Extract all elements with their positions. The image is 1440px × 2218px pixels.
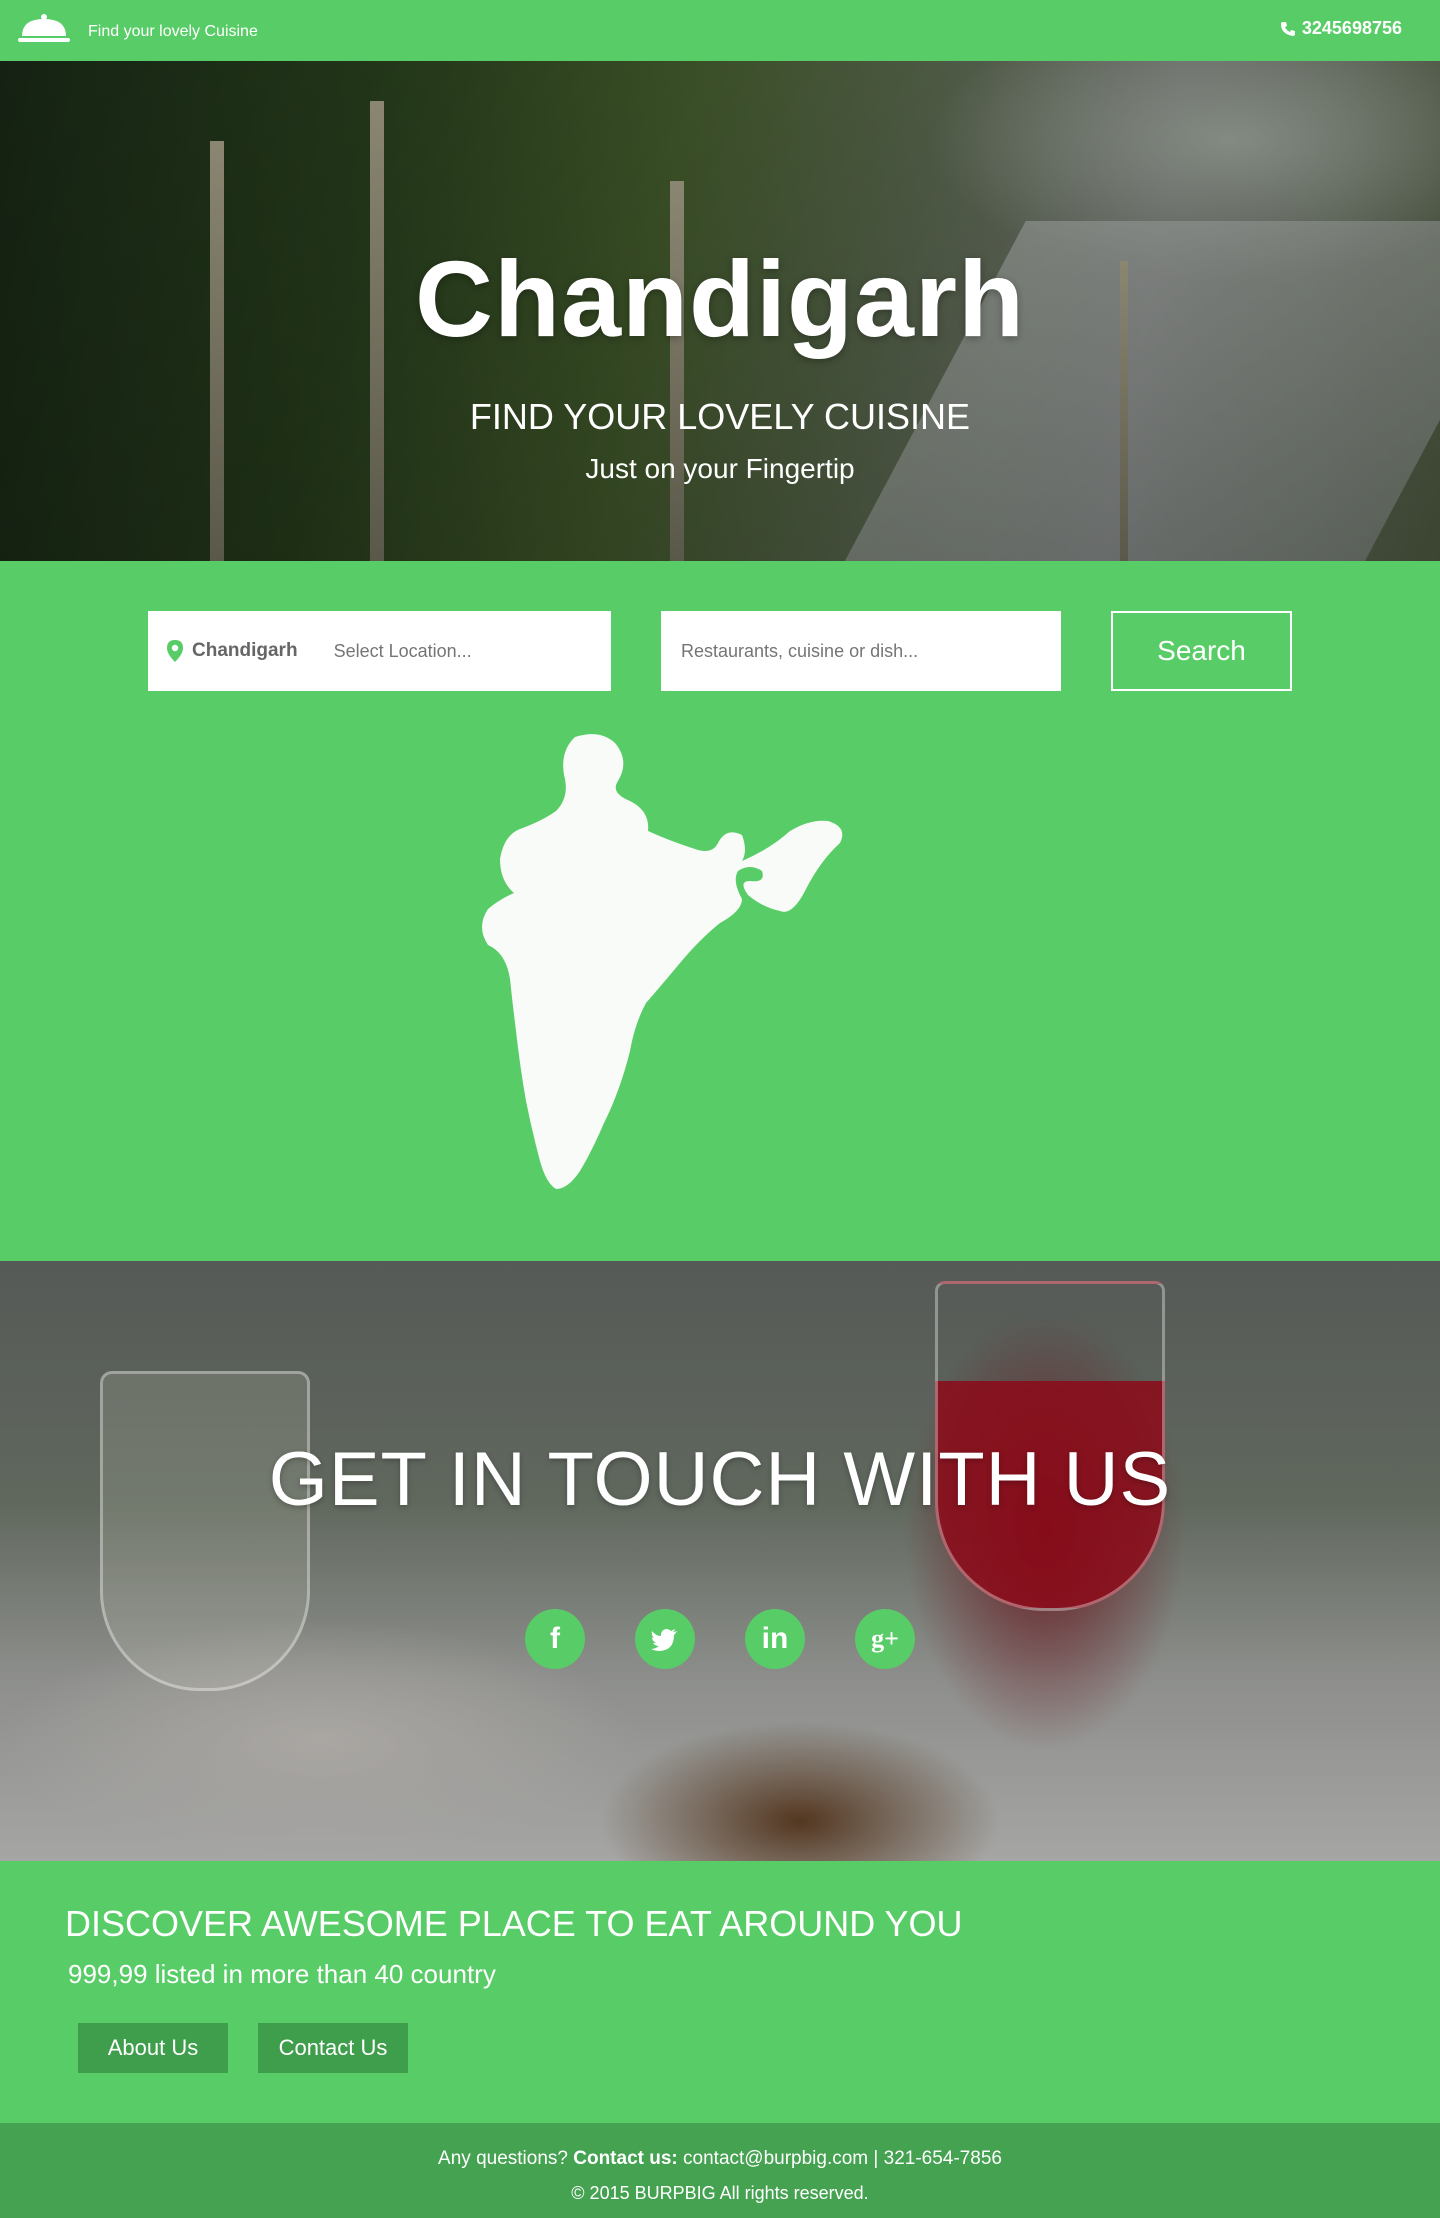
hero-subtitle: FIND YOUR LOVELY CUISINE <box>469 396 971 437</box>
location-selector[interactable]: Chandigarh <box>148 611 611 691</box>
footer-questions: Any questions? <box>438 2148 568 2169</box>
googleplus-glyph: g+ <box>871 1624 899 1653</box>
facebook-icon[interactable]: f <box>525 1609 585 1669</box>
phone-icon <box>1280 21 1295 36</box>
hero-title: Chandigarh <box>414 238 1025 359</box>
query-field[interactable] <box>661 611 1061 691</box>
search-button[interactable]: Search <box>1111 611 1292 691</box>
discover-subtitle: 999,99 listed in more than 40 country <box>68 1959 496 1989</box>
hero-banner: Chandigarh FIND YOUR LOVELY CUISINE Just… <box>0 61 1440 561</box>
contact-us-button[interactable]: Contact Us <box>258 2023 408 2073</box>
discover-title: DISCOVER AWESOME PLACE TO EAT AROUND YOU <box>65 1903 963 1944</box>
about-us-button[interactable]: About Us <box>78 2023 228 2073</box>
phone-number: 3245698756 <box>1301 18 1402 38</box>
footer-contact-details[interactable]: contact@burpbig.com | 321-654-7856 <box>683 2148 1002 2169</box>
location-pin-icon <box>167 640 183 662</box>
location-input[interactable] <box>333 640 554 662</box>
hero-tagline: Just on your Fingertip <box>585 453 855 484</box>
top-bar: Find your lovely Cuisine 3245698756 <box>0 0 1440 61</box>
india-map-icon <box>482 734 843 1189</box>
selected-city: Chandigarh <box>192 640 298 661</box>
footer: Any questions? Contact us: contact@burpb… <box>0 2123 1440 2218</box>
contact-title: GET IN TOUCH WITH US <box>268 1437 1172 1522</box>
discover-section: DISCOVER AWESOME PLACE TO EAT AROUND YOU… <box>0 1861 1440 2123</box>
footer-contact-label: Contact us: <box>573 2148 678 2169</box>
footer-contact-line: Any questions? Contact us: contact@burpb… <box>0 2148 1440 2170</box>
twitter-icon[interactable] <box>635 1609 695 1669</box>
search-input[interactable] <box>681 640 1041 662</box>
twitter-bird-icon <box>651 1629 677 1651</box>
header-phone[interactable]: 3245698756 <box>1280 18 1402 39</box>
linkedin-glyph: in <box>761 1622 789 1655</box>
footer-copyright: © 2015 BURPBIG All rights reserved. <box>571 2183 869 2203</box>
googleplus-icon[interactable]: g+ <box>855 1609 915 1669</box>
facebook-glyph: f <box>550 1622 560 1655</box>
social-links: f in g+ <box>0 1609 1440 1669</box>
search-section: Chandigarh Search <box>0 561 1440 1261</box>
cloche-icon[interactable] <box>18 12 70 46</box>
contact-section: GET IN TOUCH WITH US f in g+ <box>0 1261 1440 1861</box>
linkedin-icon[interactable]: in <box>745 1609 805 1669</box>
header-tagline: Find your lovely Cuisine <box>88 23 258 40</box>
